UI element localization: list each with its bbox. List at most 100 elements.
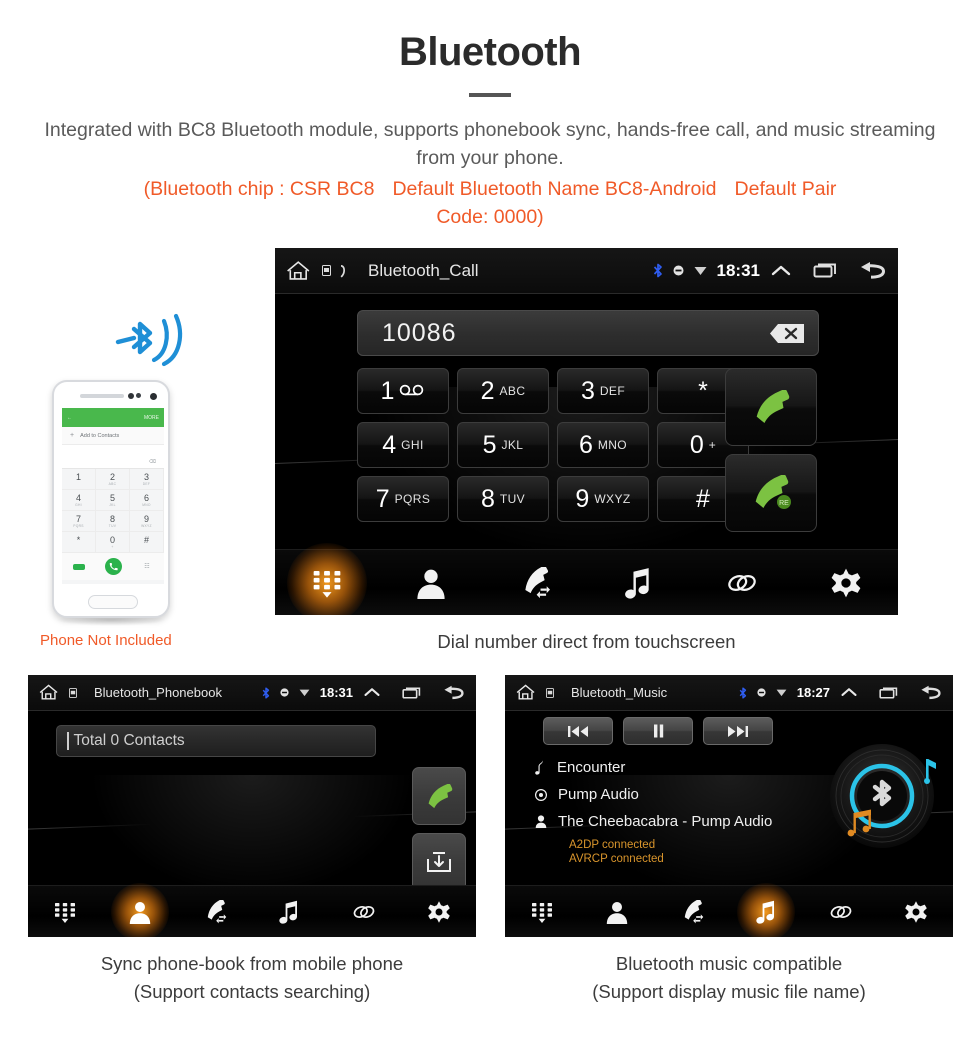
nav-item-call-log[interactable] <box>483 550 587 615</box>
music-connection-status: A2DP connected AVRCP connected <box>569 839 664 865</box>
dial-key-digit: # <box>696 484 710 513</box>
nav-item-keypad[interactable] <box>505 886 580 937</box>
wifi-icon <box>299 688 310 697</box>
dial-key-4[interactable]: 4 GHI <box>357 422 449 468</box>
nav-item-link[interactable] <box>804 886 879 937</box>
nav-item-contacts[interactable] <box>580 886 655 937</box>
home-icon[interactable] <box>285 259 315 283</box>
nav-item-keypad[interactable] <box>275 550 379 615</box>
recents-icon[interactable] <box>879 686 898 700</box>
nav-item-settings[interactable] <box>401 886 476 937</box>
call-answer-button[interactable] <box>725 368 817 446</box>
nav-item-settings[interactable] <box>878 886 953 937</box>
phone-body: ← MORE + Add to Contacts ⌫ 1 2 ABC 3 DEF 4 GH… <box>52 380 170 618</box>
phone-key-digit: 9 <box>143 513 149 524</box>
dial-key-8[interactable]: 8 TUV <box>457 476 549 522</box>
nav-item-link[interactable] <box>690 550 794 615</box>
gear-icon <box>830 567 862 599</box>
phone-key-letters: GHI <box>75 502 82 507</box>
phonebook-caption: Sync phone-book from mobile phone (Suppo… <box>28 950 476 1006</box>
music-note-icon <box>622 567 654 599</box>
phone-key-letters <box>78 545 79 549</box>
track-row: Encounter <box>535 759 772 776</box>
nav-item-call-log[interactable] <box>177 886 252 937</box>
phone-front-camera <box>150 393 157 400</box>
sync-icon <box>673 265 684 276</box>
dial-input[interactable]: 10086 <box>357 310 819 356</box>
music-statusbar: Bluetooth_Music 18:27 <box>505 675 953 711</box>
contacts-search-input[interactable]: Total 0 Contacts <box>56 725 376 757</box>
phone-key-8: 8 TUV <box>96 511 130 532</box>
back-icon[interactable] <box>919 685 943 701</box>
dial-key-digit: 7 <box>375 484 390 513</box>
contact-icon <box>415 567 447 599</box>
previous-track-button[interactable] <box>543 717 613 745</box>
wifi-icon <box>694 265 707 276</box>
music-caption: Bluetooth music compatible (Support disp… <box>505 950 953 1006</box>
phone-key-letters: + <box>111 544 114 549</box>
dial-key-9[interactable]: 9 WXYZ <box>557 476 649 522</box>
phone-key-hash: # <box>130 532 164 553</box>
home-icon[interactable] <box>38 683 62 702</box>
phone-key-letters: JKL <box>109 502 116 507</box>
phone-add-contact-row: + Add to Contacts <box>62 427 164 445</box>
music-clock: 18:27 <box>796 685 830 700</box>
gear-icon <box>904 900 928 924</box>
nav-item-music[interactable] <box>729 886 804 937</box>
dial-key-1[interactable]: 1 <box>357 368 449 414</box>
music-note-icon <box>277 900 301 924</box>
nav-item-settings[interactable] <box>794 550 898 615</box>
dial-key-2[interactable]: 2 ABC <box>457 368 549 414</box>
back-icon[interactable] <box>858 261 888 281</box>
next-track-button[interactable] <box>703 717 773 745</box>
dial-key-3[interactable]: 3 DEF <box>557 368 649 414</box>
dial-key-digit: 1 <box>380 376 395 405</box>
dial-key-7[interactable]: 7 PQRS <box>357 476 449 522</box>
phone-home-button <box>88 595 138 609</box>
phone-key-1: 1 <box>62 469 96 490</box>
backspace-button[interactable] <box>756 320 806 347</box>
call-log-icon <box>519 566 551 599</box>
back-icon[interactable] <box>442 685 466 701</box>
phone-illustration: ← MORE + Add to Contacts ⌫ 1 2 ABC 3 DEF 4 GH… <box>52 380 170 626</box>
nav-item-keypad[interactable] <box>28 886 103 937</box>
music-note-small-icon <box>535 760 546 775</box>
phone-sensor <box>128 393 134 399</box>
phonebook-download-button[interactable] <box>412 833 466 891</box>
home-icon[interactable] <box>515 683 539 702</box>
recents-icon[interactable] <box>402 686 421 700</box>
sim-card-icon <box>322 265 331 276</box>
phone-key-letters <box>146 545 147 549</box>
nav-item-contacts[interactable] <box>379 550 483 615</box>
nav-item-call-log[interactable] <box>654 886 729 937</box>
phonebook-call-button[interactable] <box>412 767 466 825</box>
chevron-up-icon[interactable] <box>770 263 792 279</box>
dial-key-5[interactable]: 5 JKL <box>457 422 549 468</box>
nav-item-music[interactable] <box>252 886 327 937</box>
link-icon <box>829 900 853 924</box>
nav-item-link[interactable] <box>327 886 402 937</box>
vinyl-bluetooth-artwork <box>830 744 936 848</box>
chevron-up-icon[interactable] <box>840 686 858 699</box>
nav-item-music[interactable] <box>586 550 690 615</box>
dial-key-letters: PQRS <box>394 492 431 506</box>
recents-icon[interactable] <box>813 262 837 279</box>
artist-name: The Cheebacabra - Pump Audio <box>558 813 773 830</box>
chevron-up-icon[interactable] <box>363 686 381 699</box>
link-icon <box>726 567 758 599</box>
call-redial-button[interactable]: RE <box>725 454 817 532</box>
phone-key-6: 6 MNO <box>130 490 164 511</box>
phone-speaker <box>80 394 124 398</box>
phonebook-navbar <box>28 885 476 937</box>
phone-keypad: 1 2 ABC 3 DEF 4 GHI 5 JKL 6 MNO 7 PQRS 8 TUV 9 WXYZ * 0 +… <box>62 469 164 553</box>
phone-video-icon <box>73 563 85 570</box>
dial-key-6[interactable]: 6 MNO <box>557 422 649 468</box>
phonebook-statusbar: Bluetooth_Phonebook 18:31 <box>28 675 476 711</box>
pause-button[interactable] <box>623 717 693 745</box>
phone-key-7: 7 PQRS <box>62 511 96 532</box>
nav-item-contacts[interactable] <box>103 886 178 937</box>
dialed-number: 10086 <box>382 318 457 347</box>
phone-key-letters: ABC <box>108 481 117 486</box>
call-clock: 18:31 <box>716 260 760 280</box>
phone-key-2: 2 ABC <box>96 469 130 490</box>
